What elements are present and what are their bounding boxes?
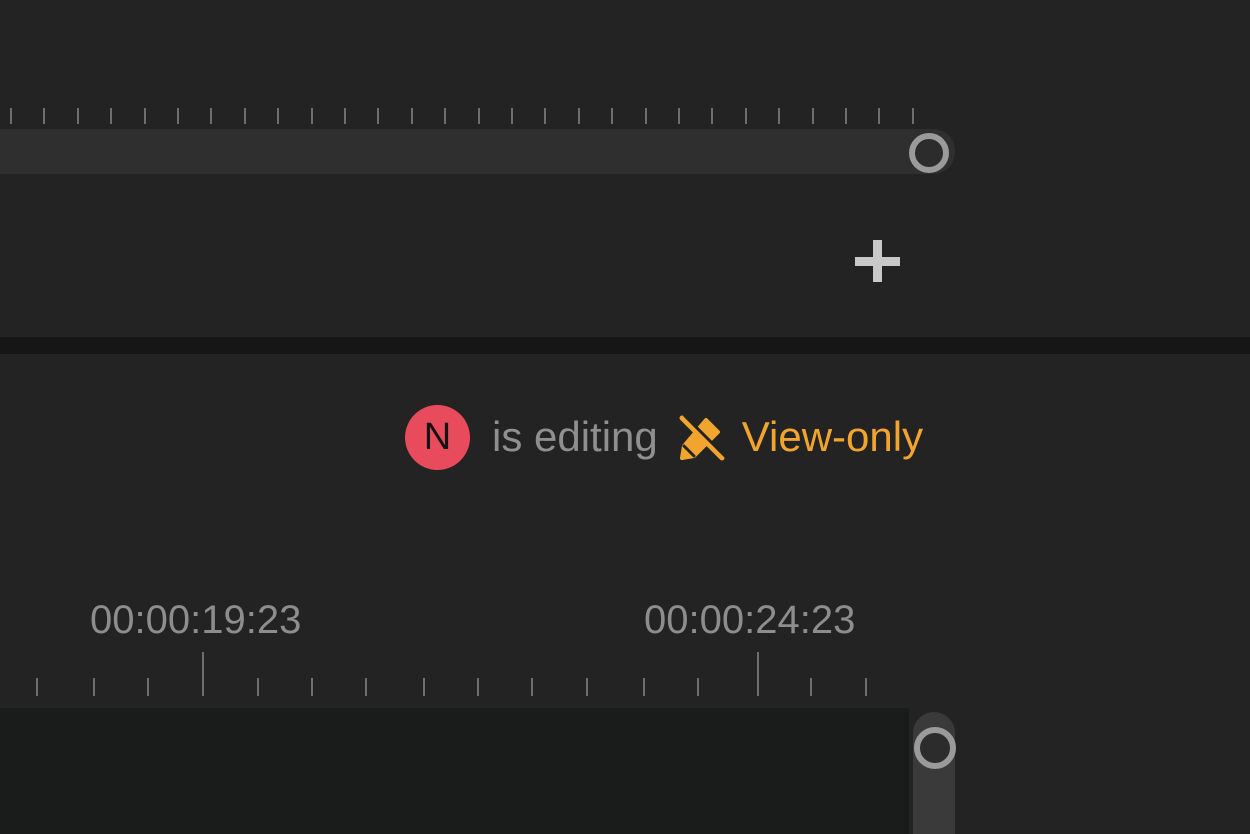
ruler-tick (544, 108, 546, 124)
ruler-tick (93, 678, 95, 696)
ruler-tick (511, 108, 513, 124)
ruler-tick (77, 108, 79, 124)
ruler-tick (586, 678, 588, 696)
ruler-tick (411, 108, 413, 124)
ruler-tick (745, 108, 747, 124)
ruler-tick (531, 678, 533, 696)
upper-time-ruler[interactable] (0, 80, 955, 124)
ruler-tick (147, 678, 149, 696)
user-avatar[interactable]: N (405, 404, 470, 470)
lower-time-ruler[interactable] (0, 650, 909, 696)
ruler-tick (277, 108, 279, 124)
timeline-window: N is editing View-only 00:00:19:23 00:00… (0, 0, 1250, 834)
ruler-tick (878, 108, 880, 124)
ruler-tick (377, 108, 379, 124)
ruler-tick (477, 678, 479, 696)
ruler-tick (110, 108, 112, 124)
upper-track-panel (0, 0, 1250, 337)
ruler-tick (478, 108, 480, 124)
ruler-tick (645, 108, 647, 124)
editing-status-text: is editing (492, 413, 658, 460)
ruler-tick (444, 108, 446, 124)
ruler-tick (210, 108, 212, 124)
add-track-button[interactable] (855, 240, 900, 282)
ruler-tick (865, 678, 867, 696)
timecode-label: 00:00:19:23 (90, 598, 302, 642)
ruler-tick (344, 108, 346, 124)
timeline-track-area[interactable] (0, 708, 909, 834)
ruler-tick (365, 678, 367, 696)
ruler-tick (311, 108, 313, 124)
ruler-tick (10, 108, 12, 124)
ruler-tick (643, 678, 645, 696)
view-only-label: View-only (741, 413, 924, 460)
ruler-tick (711, 108, 713, 124)
ruler-tick (778, 108, 780, 124)
ruler-tick (36, 678, 38, 696)
timecode-label: 00:00:24:23 (644, 598, 856, 642)
ruler-tick (912, 108, 914, 124)
vertical-scrollbar-handle[interactable] (914, 727, 956, 769)
scrollbar-handle-right[interactable] (909, 133, 949, 173)
ruler-tick (678, 108, 680, 124)
ruler-tick (697, 678, 699, 696)
pencil-off-icon (676, 412, 727, 462)
ruler-tick (257, 678, 259, 696)
ruler-tick (845, 108, 847, 124)
ruler-tick (578, 108, 580, 124)
collaboration-status: N is editing View-only (405, 404, 924, 470)
ruler-tick (144, 108, 146, 124)
panel-divider[interactable] (0, 337, 1250, 354)
horizontal-zoom-scrollbar[interactable] (0, 129, 955, 174)
ruler-tick (423, 678, 425, 696)
ruler-tick (311, 678, 313, 696)
ruler-tick (244, 108, 246, 124)
ruler-tick (812, 108, 814, 124)
ruler-tick (611, 108, 613, 124)
ruler-tick (757, 652, 759, 696)
ruler-tick (177, 108, 179, 124)
ruler-tick (202, 652, 204, 696)
ruler-tick (43, 108, 45, 124)
ruler-tick (810, 678, 812, 696)
